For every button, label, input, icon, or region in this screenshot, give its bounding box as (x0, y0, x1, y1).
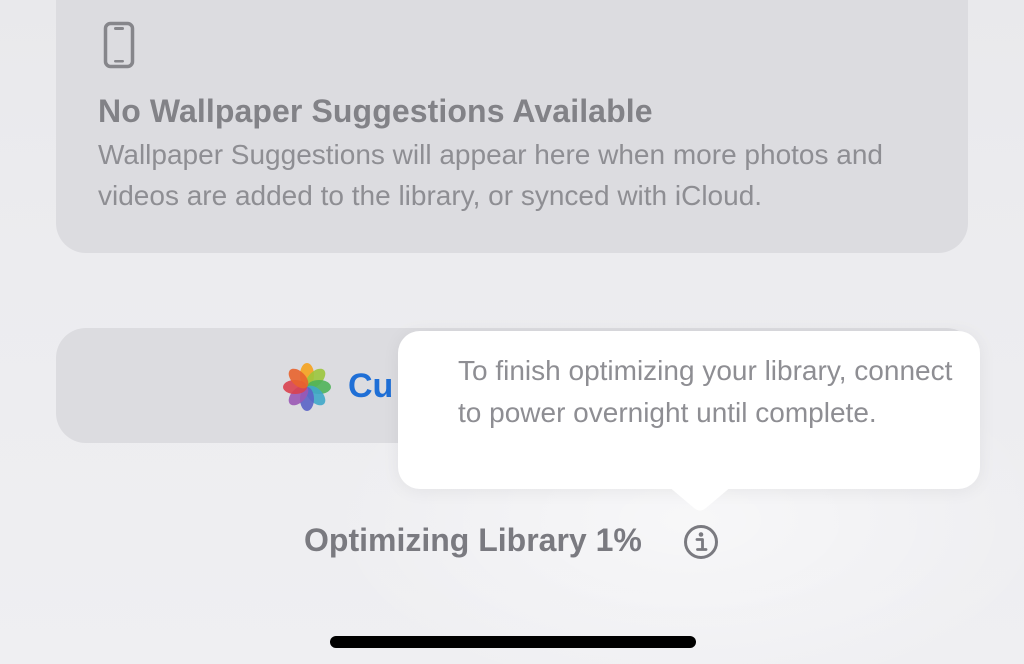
customize-button-label[interactable]: Cu (348, 367, 393, 406)
iphone-icon (103, 21, 135, 69)
home-indicator[interactable] (330, 636, 696, 648)
optimizing-library-status: Optimizing Library 1% (304, 522, 642, 558)
tooltip-text: To finish optimizing your library, conne… (458, 355, 953, 428)
suggestions-description: Wallpaper Suggestions will appear here w… (98, 139, 883, 211)
tooltip-arrow (668, 486, 732, 511)
photos-app-icon (283, 363, 331, 411)
suggestions-title: No Wallpaper Suggestions Available (98, 93, 653, 129)
info-icon[interactable] (683, 524, 719, 560)
